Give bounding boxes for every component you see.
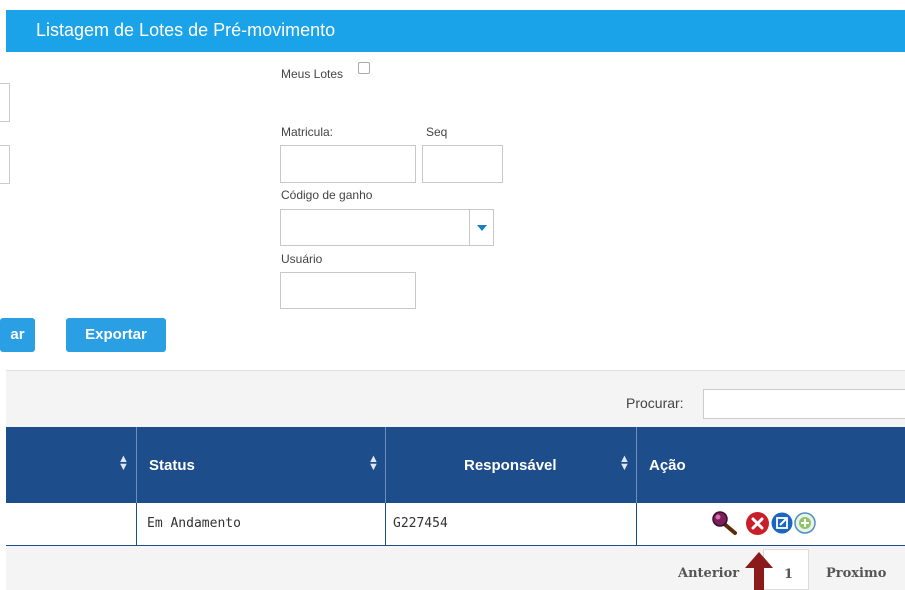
sort-icon[interactable]: ▲ ▼ (619, 454, 630, 473)
search-label: Procurar: (626, 395, 684, 411)
column-header-status[interactable]: Status ▲ ▼ (137, 427, 385, 503)
table-toolbar: Procurar: (6, 371, 905, 427)
responsavel-value: G227454 (393, 516, 448, 531)
previous-page-link[interactable]: Anterior (678, 566, 739, 581)
chevron-down-icon[interactable] (469, 210, 493, 245)
arrow-up-icon (745, 552, 773, 590)
meus-lotes-label: Meus Lotes (281, 67, 344, 81)
search-input[interactable] (703, 389, 905, 419)
column-header-hidden[interactable]: ▲ ▼ (6, 427, 136, 503)
matricula-input[interactable] (280, 145, 416, 183)
status-cell: Em Andamento (136, 503, 386, 545)
codigo-ganho-select[interactable] (280, 209, 494, 246)
column-header-acao: Ação (637, 427, 905, 503)
title-bar: Listagem de Lotes de Pré-movimento (6, 10, 905, 52)
export-button[interactable]: Exportar (66, 318, 166, 352)
column-header-responsavel[interactable]: Responsável ▲ ▼ (386, 427, 636, 503)
page-number: 1 (784, 567, 794, 582)
status-value: Em Andamento (147, 516, 241, 531)
edit-icon[interactable] (771, 512, 793, 534)
left-input-1[interactable] (0, 83, 10, 122)
meus-lotes-checkbox[interactable] (358, 62, 370, 74)
add-icon[interactable] (794, 512, 816, 534)
sort-icon[interactable]: ▲ ▼ (118, 454, 129, 473)
seq-input[interactable] (422, 145, 503, 183)
seq-label: Seq (426, 125, 448, 139)
sort-icon[interactable]: ▲ ▼ (368, 454, 379, 473)
next-page-link[interactable]: Proximo (826, 566, 886, 581)
responsavel-header-label: Responsável (464, 457, 557, 474)
matricula-label: Matricula: (281, 125, 334, 139)
usuario-label: Usuário (281, 252, 323, 266)
view-icon[interactable] (711, 510, 739, 536)
page-title: Listagem de Lotes de Pré-movimento (36, 20, 336, 40)
codigo-ganho-label: Código de ganho (281, 188, 373, 202)
cancel-icon[interactable] (745, 511, 770, 536)
responsavel-cell: G227454 (385, 503, 637, 545)
status-header-label: Status (149, 457, 195, 474)
left-input-2[interactable] (0, 145, 10, 184)
table-header: ▲ ▼ Status ▲ ▼ Responsável ▲ ▼ Ação (6, 427, 905, 503)
search-button[interactable]: ar (0, 318, 35, 352)
usuario-input[interactable] (280, 272, 416, 309)
acao-header-label: Ação (649, 457, 686, 474)
